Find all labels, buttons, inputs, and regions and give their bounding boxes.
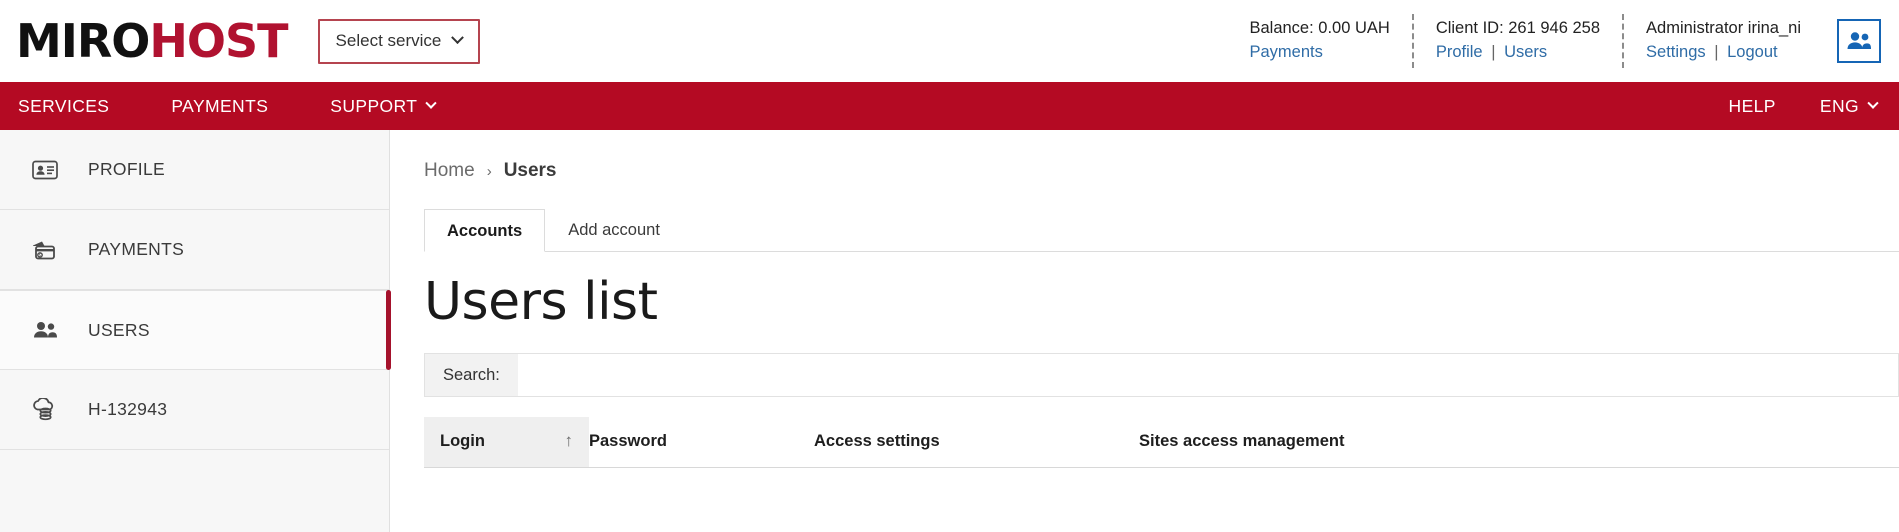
- id-card-icon: [28, 155, 62, 185]
- sidebar-item-hosting[interactable]: H-132943: [0, 370, 389, 450]
- sidebar-item-payments-label: PAYMENTS: [88, 239, 185, 259]
- select-service-button[interactable]: Select service: [317, 18, 481, 64]
- nav-item-services[interactable]: SERVICES: [18, 96, 109, 117]
- tab-accounts[interactable]: Accounts: [424, 209, 546, 252]
- client-links-separator: |: [1491, 43, 1496, 61]
- search-input[interactable]: [517, 354, 1898, 397]
- top-header: MIRO HOST Select service Balance: 0.00 UA…: [0, 0, 1899, 82]
- search-label: Search:: [425, 354, 518, 397]
- sidebar-item-users-label: USERS: [88, 319, 150, 340]
- sidebar-item-profile-label: PROFILE: [88, 159, 165, 179]
- account-links-separator: |: [1714, 43, 1719, 61]
- sidebar-item-hosting-label: H-132943: [88, 399, 168, 419]
- site-logo[interactable]: MIRO HOST: [16, 14, 289, 68]
- breadcrumb-home-link[interactable]: Home: [424, 160, 475, 182]
- account-group: Administrator irina_ni Settings | Logout: [1622, 14, 1823, 68]
- nav-item-help[interactable]: HELP: [1729, 96, 1776, 117]
- page-body: PROFILE $ PAYMENTS USERS H-132943 Home ›…: [0, 130, 1899, 532]
- users-table-head: Login ↑ Password Access settings Sites a…: [424, 417, 1899, 469]
- tab-add-account[interactable]: Add account: [545, 208, 683, 251]
- nav-item-payments[interactable]: PAYMENTS: [171, 96, 268, 117]
- tab-add-account-label: Add account: [568, 221, 660, 239]
- balance-text: Balance: 0.00 UAH: [1249, 19, 1390, 38]
- chevron-down-icon: [1867, 97, 1879, 109]
- nav-item-payments-label: PAYMENTS: [171, 95, 269, 116]
- nav-item-language[interactable]: ENG: [1819, 95, 1879, 117]
- sidebar-item-payments[interactable]: $ PAYMENTS: [0, 210, 389, 290]
- profile-link[interactable]: Profile: [1436, 43, 1483, 61]
- credit-card-icon: $: [28, 235, 62, 265]
- users-link[interactable]: Users: [1504, 43, 1547, 61]
- breadcrumb: Home › Users: [424, 130, 1899, 182]
- sidebar: PROFILE $ PAYMENTS USERS H-132943: [0, 130, 391, 532]
- logout-link[interactable]: Logout: [1727, 43, 1777, 61]
- client-id-text: Client ID: 261 946 258: [1435, 19, 1601, 38]
- users-table: Login ↑ Password Access settings Sites a…: [424, 417, 1899, 469]
- breadcrumb-chevron-icon: ›: [486, 162, 492, 180]
- svg-text:$: $: [39, 252, 42, 257]
- sidebar-item-profile[interactable]: PROFILE: [0, 130, 389, 210]
- logo-text-miro: MIRO: [16, 14, 150, 68]
- tab-bar: Accounts Add account: [424, 209, 1899, 252]
- sort-ascending-icon: ↑: [564, 431, 574, 451]
- users-icon: [28, 315, 62, 345]
- chevron-down-icon: [425, 97, 438, 109]
- hosting-icon: [28, 395, 62, 425]
- chevron-down-icon: [451, 31, 465, 45]
- settings-link[interactable]: Settings: [1646, 43, 1706, 61]
- user-switch-button[interactable]: [1837, 19, 1881, 63]
- search-row: Search:: [424, 353, 1899, 398]
- header-right-group: Balance: 0.00 UAH Payments Client ID: 26…: [1227, 0, 1881, 82]
- table-header-row: Login ↑ Password Access settings Sites a…: [424, 417, 1899, 469]
- column-header-sites-access-management[interactable]: Sites access management: [1139, 417, 1899, 469]
- main-navigation: SERVICES PAYMENTS SUPPORT HELP ENG: [0, 82, 1899, 130]
- balance-group: Balance: 0.00 UAH Payments: [1227, 14, 1411, 68]
- main-content: Home › Users Accounts Add account Users …: [390, 130, 1899, 532]
- column-header-login-label: Login: [440, 431, 485, 450]
- tab-accounts-label: Accounts: [447, 222, 523, 240]
- column-header-sites-access-management-label: Sites access management: [1139, 431, 1345, 450]
- payments-link[interactable]: Payments: [1249, 43, 1322, 61]
- client-group: Client ID: 261 946 258 Profile | Users: [1411, 14, 1622, 68]
- nav-right-group: HELP ENG: [1685, 95, 1879, 117]
- page-title: Users list: [424, 272, 658, 332]
- sidebar-item-users[interactable]: USERS: [0, 290, 391, 370]
- column-header-password-label: Password: [589, 431, 667, 450]
- select-service-label: Select service: [335, 30, 442, 50]
- column-header-access-settings-label: Access settings: [814, 431, 940, 450]
- nav-item-services-label: SERVICES: [18, 95, 110, 116]
- nav-item-help-label: HELP: [1728, 95, 1776, 116]
- nav-item-support[interactable]: SUPPORT: [330, 95, 438, 117]
- column-header-password[interactable]: Password: [589, 417, 814, 469]
- nav-item-support-label: SUPPORT: [330, 95, 418, 116]
- administrator-name: Administrator irina_ni: [1646, 19, 1801, 38]
- users-avatar-icon: [1847, 32, 1871, 49]
- nav-item-language-label: ENG: [1819, 95, 1859, 116]
- column-header-login[interactable]: Login ↑: [424, 417, 589, 469]
- logo-text-host: HOST: [149, 14, 288, 68]
- breadcrumb-current: Users: [503, 160, 557, 181]
- column-header-access-settings[interactable]: Access settings: [814, 417, 1139, 469]
